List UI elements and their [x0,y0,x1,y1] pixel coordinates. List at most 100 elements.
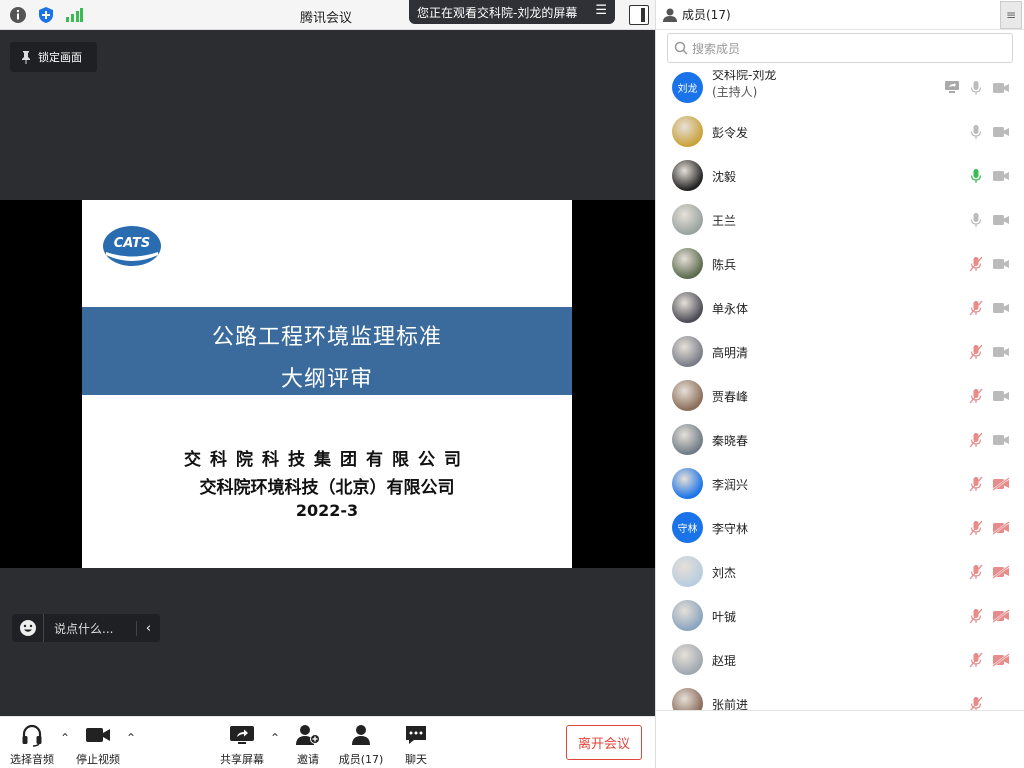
members-icon [352,725,370,745]
invite-label: 邀请 [297,753,319,766]
panel-menu-icon[interactable]: ≡ [1000,1,1022,29]
member-row[interactable]: 刘龙 交科院-刘龙 (主持人) [656,70,1024,110]
microphone-icon[interactable] [969,256,983,272]
member-search-input[interactable]: 搜索成员 [667,33,1013,63]
invite-button[interactable]: 邀请 [290,723,326,767]
microphone-icon[interactable] [969,564,983,580]
screen-share-notice[interactable]: 您正在观看交科院-刘龙的屏幕 ☰ [409,0,615,24]
info-icon[interactable] [9,6,27,24]
avatar [672,160,703,191]
member-row[interactable]: 高明清 [656,330,1024,374]
slide-date: 2022-3 [295,501,359,520]
member-row[interactable]: 陈兵 [656,242,1024,286]
member-name: 秦晓春 [712,434,749,448]
audio-label: 选择音频 [10,753,54,766]
camera-icon[interactable] [992,345,1010,359]
microphone-icon[interactable] [969,168,983,184]
microphone-icon[interactable] [969,300,983,316]
member-row[interactable]: 贾春峰 [656,374,1024,418]
microphone-icon[interactable] [969,388,983,404]
microphone-icon[interactable] [969,124,983,140]
share-options-chevron-icon[interactable]: ⌃ [270,731,280,745]
video-label: 停止视频 [76,753,120,766]
slide-org-primary: 交科院科技集团有限公司 [184,450,470,470]
emoji-icon[interactable] [12,614,44,642]
headset-icon [22,724,42,747]
camera-icon[interactable] [992,301,1010,315]
signal-strength-icon[interactable] [65,6,83,24]
chat-bubble-icon [406,726,426,744]
member-row[interactable]: 赵琨 [656,638,1024,682]
share-screen-button[interactable]: 共享屏幕 [218,723,266,767]
microphone-icon[interactable] [969,344,983,360]
member-row[interactable]: 李润兴 [656,462,1024,506]
member-name: 交科院-刘龙 [712,70,777,82]
toggle-sidebar-button[interactable] [629,5,649,25]
member-row[interactable]: 沈毅 [656,154,1024,198]
camera-icon[interactable] [992,565,1010,579]
member-row[interactable]: 刘杰 [656,550,1024,594]
chat-label: 聊天 [405,753,427,766]
microphone-icon[interactable] [969,476,983,492]
audio-options-chevron-icon[interactable]: ⌃ [60,731,70,745]
slide-title-band: 公路工程环境监理标准 大纲评审 [82,307,572,395]
members-button[interactable]: 成员(17) [338,723,384,767]
title-bar: 腾讯会议 您正在观看交科院-刘龙的屏幕 ☰ [0,0,655,30]
share-menu-icon[interactable]: ☰ [595,3,607,18]
microphone-icon[interactable] [969,80,983,96]
members-panel: 成员(17) ≡ 搜索成员 刘龙 交科院-刘龙 (主持人) 彭令发 沈毅王兰陈兵单永体高… [655,0,1024,768]
member-role: (主持人) [712,85,758,99]
member-name: 叶铖 [712,610,737,624]
camera-icon[interactable] [992,477,1010,491]
search-icon [674,41,688,55]
member-row[interactable]: 秦晓春 [656,418,1024,462]
audio-button[interactable]: 选择音频 [8,723,56,767]
member-row[interactable]: 守林 李守林 [656,506,1024,550]
members-label: 成员(17) [338,753,384,766]
leave-meeting-button[interactable]: 离开会议 [566,725,642,760]
avatar [672,468,703,499]
chat-button[interactable]: 聊天 [400,723,432,767]
member-name: 陈兵 [712,258,737,272]
share-notice-text: 您正在观看交科院-刘龙的屏幕 [417,5,578,20]
stop-video-button[interactable]: 停止视频 [74,723,122,767]
member-row[interactable]: 叶铖 [656,594,1024,638]
camera-icon[interactable] [992,213,1010,227]
camera-icon[interactable] [992,433,1010,447]
video-options-chevron-icon[interactable]: ⌃ [126,731,136,745]
member-row[interactable]: 王兰 [656,198,1024,242]
member-name: 王兰 [712,214,737,228]
microphone-icon[interactable] [969,432,983,448]
collapse-chat-icon[interactable]: ‹ [136,620,160,636]
quick-chat-box[interactable]: 说点什么... ‹ [12,614,160,642]
lock-view-button[interactable]: 锁定画面 [10,42,97,72]
camera-icon[interactable] [992,81,1010,95]
camera-icon[interactable] [992,169,1010,183]
avatar-initials: 刘龙 [677,84,698,95]
shield-icon[interactable] [37,6,55,24]
avatar-initials: 守林 [677,524,698,535]
members-panel-title: 成员(17) [682,8,731,22]
camera-icon[interactable] [992,609,1010,623]
member-row[interactable]: 彭令发 [656,110,1024,154]
avatar [672,424,703,455]
microphone-icon[interactable] [969,520,983,536]
member-name: 贾春峰 [712,390,749,404]
member-row[interactable]: 张前进 [656,682,1024,710]
company-logo: CATS [103,226,161,266]
camera-icon[interactable] [992,653,1010,667]
member-row[interactable]: 单永体 [656,286,1024,330]
screen-share-icon [945,81,959,93]
microphone-icon[interactable] [969,212,983,228]
microphone-icon[interactable] [969,608,983,624]
camera-icon[interactable] [992,257,1010,271]
member-list: 刘龙 交科院-刘龙 (主持人) 彭令发 沈毅王兰陈兵单永体 高明清贾春峰秦晓春李润兴 守林 李… [656,70,1024,710]
camera-icon[interactable] [992,389,1010,403]
share-screen-icon [230,726,254,744]
microphone-icon[interactable] [969,652,983,668]
meeting-toolbar: 选择音频 ⌃ 停止视频 ⌃ 共享屏幕 ⌃ 邀请 成员(17) 聊天 离开会议 [0,716,655,768]
chat-input[interactable]: 说点什么... [44,620,136,637]
camera-icon[interactable] [992,125,1010,139]
camera-icon[interactable] [992,521,1010,535]
microphone-icon[interactable] [969,696,983,710]
